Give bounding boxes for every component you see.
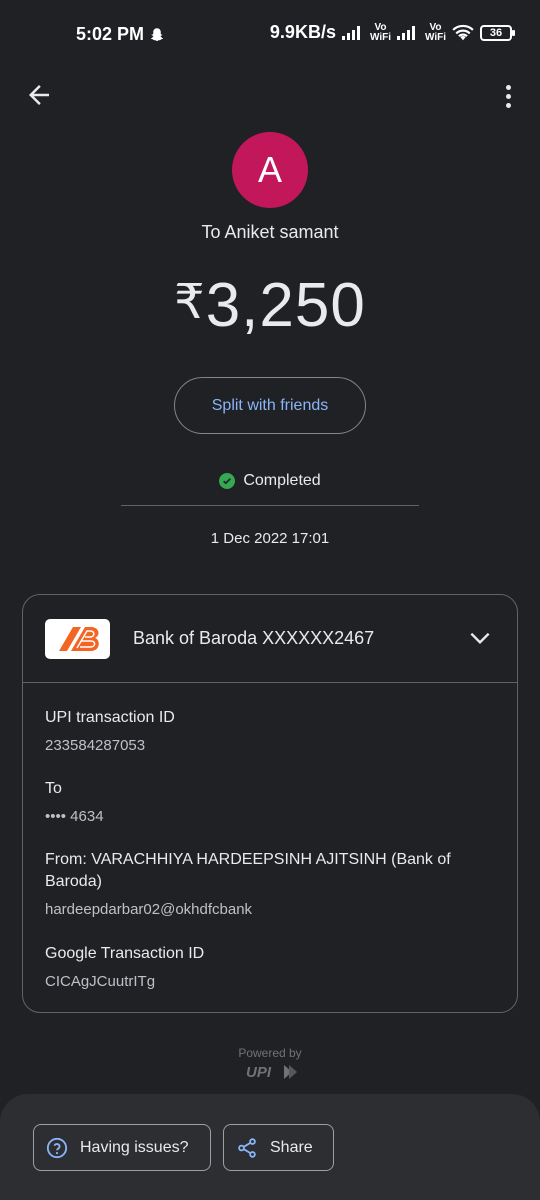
back-button[interactable]: [24, 80, 56, 112]
divider: [121, 505, 419, 506]
more-options-button[interactable]: [500, 80, 516, 112]
expand-button[interactable]: [467, 625, 493, 651]
having-issues-button[interactable]: Having issues?: [33, 1124, 211, 1171]
signal-icon: [341, 25, 360, 40]
status-time: 5:02 PM: [76, 24, 145, 44]
status-bar: 5:02 PM 9.9KB/s Vo WiFi Vo WiFi 36: [0, 0, 540, 70]
more-vert-icon: [505, 102, 511, 108]
from-account-value: hardeepdarbar02@okhdfcbank: [45, 901, 253, 918]
app-bar: [0, 78, 540, 118]
check-circle-icon: [219, 473, 236, 489]
google-transaction-id-value: CICAgJCuutrITg: [45, 973, 156, 990]
status-text: Completed: [243, 472, 321, 489]
vowifi-bottom: WiFi: [424, 31, 446, 43]
transaction-details-card: Bank of Baroda XXXXXX2467 UPI transactio…: [22, 594, 518, 1013]
payee-name: To Aniket samant: [201, 222, 339, 242]
amount-value: 3,250: [205, 271, 366, 340]
payee-avatar: A: [232, 132, 308, 208]
help-circle-icon: [46, 1137, 68, 1158]
powered-by-text: Powered by: [238, 1046, 302, 1060]
status-indicators: 9.9KB/s Vo WiFi Vo WiFi 36: [269, 21, 515, 43]
vowifi-top: Vo: [429, 21, 442, 33]
currency-symbol: ₹: [174, 276, 206, 329]
network-speed: 9.9KB/s: [269, 22, 336, 42]
vowifi-badge: Vo WiFi: [369, 21, 391, 43]
bottom-action-sheet: Having issues? Share: [0, 1094, 540, 1200]
upi-logo: UPI: [246, 1064, 297, 1081]
share-icon: [238, 1137, 256, 1158]
payment-status: Completed: [0, 472, 540, 490]
vowifi-bottom: WiFi: [369, 31, 391, 43]
google-transaction-id-label: Google Transaction ID: [45, 945, 205, 962]
from-account-label: From: VARACHHIYA HARDEEPSINH AJITSINH (B…: [45, 851, 451, 890]
more-vert-icon: [505, 93, 511, 99]
share-button[interactable]: Share: [223, 1124, 334, 1171]
having-issues-label: Having issues?: [80, 1138, 189, 1156]
chevron-down-icon: [470, 632, 490, 645]
to-account-label: To: [45, 780, 62, 797]
wifi-icon: [452, 24, 474, 40]
signal-icon: [396, 25, 415, 40]
vowifi-badge: Vo WiFi: [424, 21, 446, 43]
back-arrow-icon: [29, 85, 49, 105]
payment-datetime: 1 Dec 2022 17:01: [210, 530, 330, 547]
payment-amount: ₹3,250: [0, 270, 540, 341]
bank-account-name: Bank of Baroda XXXXXX2467: [133, 628, 375, 648]
vowifi-top: Vo: [374, 21, 387, 33]
status-time-group: 5:02 PM: [76, 24, 166, 45]
share-label: Share: [270, 1138, 313, 1156]
to-account-value: •••• 4634: [45, 808, 104, 825]
battery-indicator: 36: [480, 24, 515, 41]
split-with-friends-button[interactable]: Split with friends: [174, 377, 366, 434]
svg-text:UPI: UPI: [246, 1064, 272, 1081]
upi-transaction-id-value: 233584287053: [45, 737, 146, 754]
more-vert-icon: [505, 84, 511, 90]
snapchat-icon: [151, 27, 164, 41]
bank-logo: [45, 619, 110, 659]
bank-account-row[interactable]: Bank of Baroda XXXXXX2467: [23, 595, 517, 683]
upi-transaction-id-label: UPI transaction ID: [45, 709, 175, 726]
